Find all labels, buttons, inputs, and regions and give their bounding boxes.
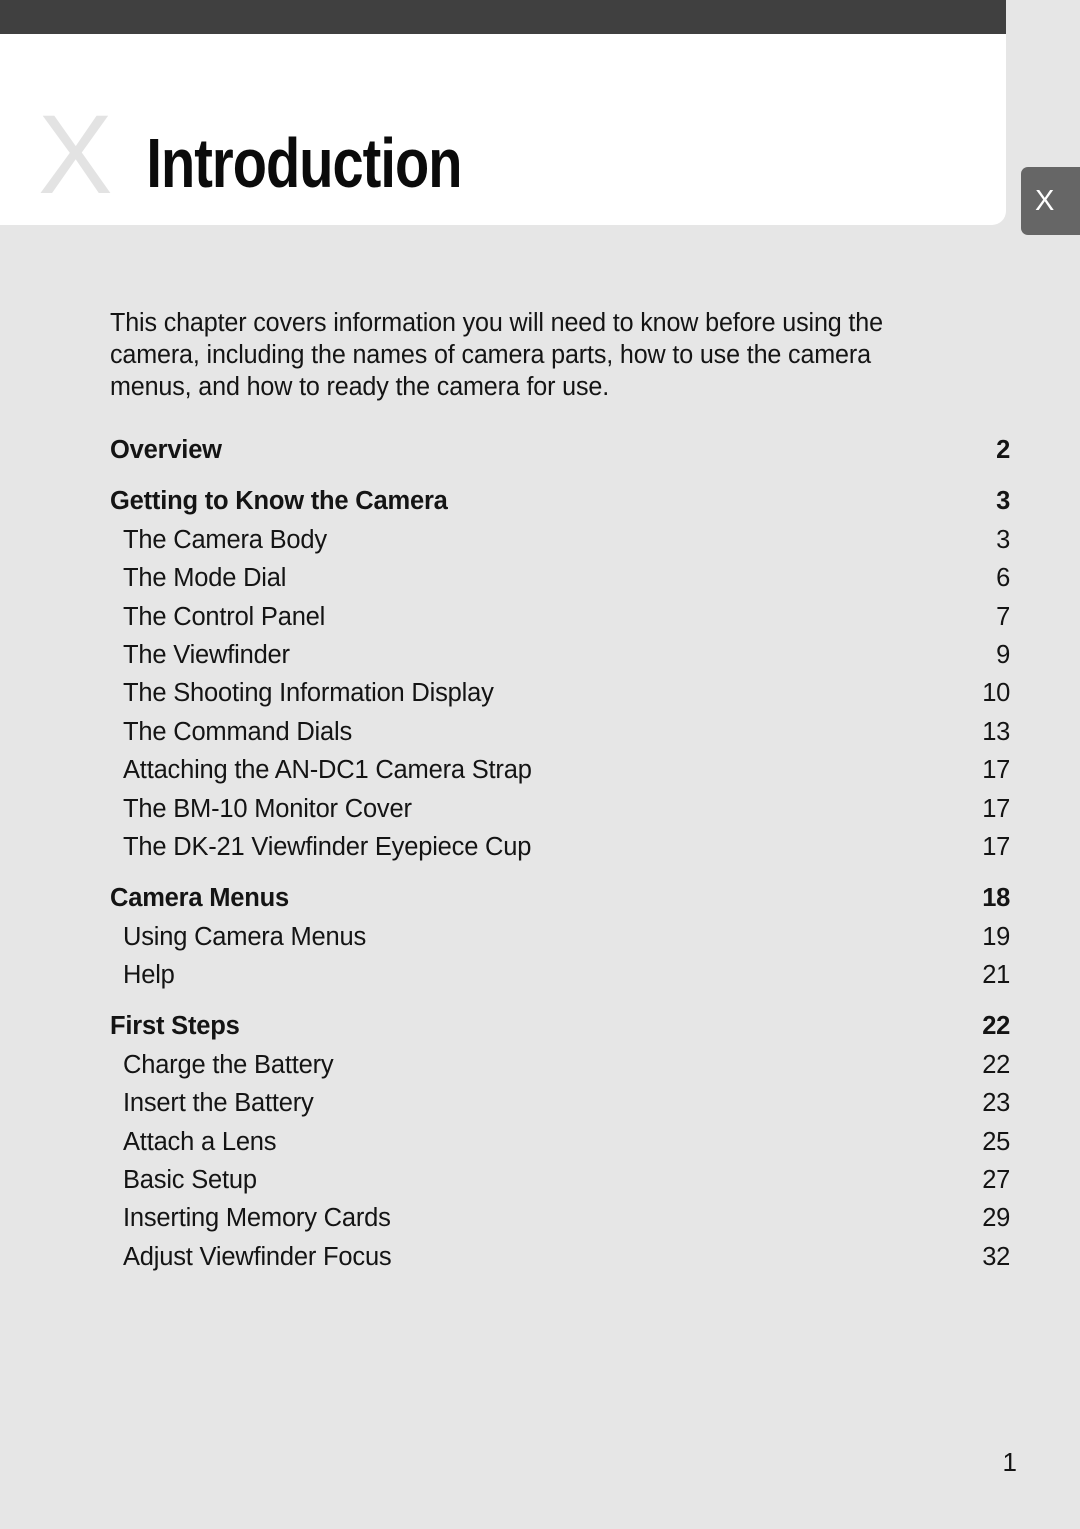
toc-entry[interactable]: The Control Panel 7: [110, 603, 1010, 641]
toc-entry-label: The Command Dials: [123, 717, 353, 746]
chapter-title-group: X Introduction: [38, 93, 501, 211]
toc-entry[interactable]: Charge the Battery 22: [110, 1051, 1010, 1089]
toc-dot-leader: [334, 1072, 935, 1073]
toc-entry[interactable]: The Viewfinder 9: [110, 641, 1010, 679]
toc-entry-page-number: 22: [982, 1050, 1010, 1079]
toc-dot-leader: [223, 457, 935, 458]
toc-entry-label: Help: [123, 961, 175, 990]
toc-entry-label: Attaching the AN-DC1 Camera Strap: [123, 756, 532, 785]
toc-dot-leader: [287, 585, 935, 586]
toc-entry[interactable]: Insert the Battery 23: [110, 1089, 1010, 1127]
toc-entry[interactable]: The Camera Body 3: [110, 526, 1010, 564]
toc-entry-page-number: 29: [982, 1204, 1010, 1233]
toc-entry-page-number: 10: [982, 679, 1010, 708]
toc-dot-leader: [241, 1033, 935, 1034]
manual-page: X Introduction X This chapter covers inf…: [0, 0, 1080, 1529]
toc-entry[interactable]: First Steps 22: [110, 1012, 1010, 1050]
toc-entry-label: The Mode Dial: [123, 564, 287, 593]
toc-dot-leader: [533, 777, 935, 778]
toc-dot-leader: [392, 1264, 935, 1265]
toc-entry-label: The Shooting Information Display: [123, 679, 494, 708]
chapter-tab-label: X: [1035, 184, 1055, 217]
toc-entry-page-number: 22: [982, 1012, 1010, 1041]
toc-entry[interactable]: Overview 2: [110, 436, 1010, 474]
toc-entry-page-number: 27: [982, 1166, 1010, 1195]
chapter-tab[interactable]: X: [1021, 167, 1080, 235]
toc-entry[interactable]: The Shooting Information Display 10: [110, 679, 1010, 717]
toc-entry-page-number: 25: [982, 1127, 1010, 1156]
toc-entry[interactable]: The Mode Dial 6: [110, 564, 1010, 602]
toc-entry-page-number: 17: [982, 832, 1010, 861]
toc-entry-label: Overview: [110, 436, 222, 464]
toc-entry-label: Attach a Lens: [123, 1127, 277, 1156]
toc-entry[interactable]: Camera Menus 18: [110, 884, 1010, 922]
toc-entry[interactable]: Attaching the AN-DC1 Camera Strap 17: [110, 756, 1010, 794]
toc-entry-label: The Camera Body: [123, 525, 327, 554]
intro-paragraph: This chapter covers information you will…: [110, 308, 883, 401]
toc-entry-page-number: 32: [982, 1242, 1010, 1271]
page-title: Introduction: [146, 124, 462, 202]
chapter-mark-icon: X: [38, 92, 113, 217]
chapter-title-block: X Introduction: [0, 34, 1006, 225]
toc-entry-label: Camera Menus: [110, 884, 290, 913]
toc-entry-page-number: 23: [982, 1089, 1010, 1118]
toc-entry[interactable]: Help 21: [110, 961, 1010, 999]
toc-entry[interactable]: Getting to Know the Camera 3: [110, 487, 1010, 525]
toc-entry[interactable]: Inserting Memory Cards 29: [110, 1204, 1010, 1242]
toc-dot-leader: [176, 982, 935, 983]
toc-entry-page-number: 9: [996, 640, 1010, 669]
toc-entry-page-number: 13: [982, 717, 1010, 746]
toc-dot-leader: [328, 547, 935, 548]
toc-entry-label: The BM-10 Monitor Cover: [123, 794, 412, 823]
page-number: 1: [1002, 1447, 1017, 1477]
toc-dot-leader: [495, 700, 935, 701]
toc-entry[interactable]: Adjust Viewfinder Focus 32: [110, 1243, 1010, 1281]
toc-entry[interactable]: Attach a Lens 25: [110, 1128, 1010, 1166]
toc-entry-page-number: 17: [982, 756, 1010, 785]
toc-entry-label: Charge the Battery: [123, 1050, 334, 1079]
toc-dot-leader: [532, 854, 935, 855]
toc-entry[interactable]: Using Camera Menus 19: [110, 923, 1010, 961]
toc-dot-leader: [315, 1110, 935, 1111]
toc-dot-leader: [258, 1187, 935, 1188]
toc-entry-label: Adjust Viewfinder Focus: [123, 1242, 392, 1271]
toc-entry-label: Inserting Memory Cards: [123, 1204, 391, 1233]
toc-entry-page-number: 19: [982, 922, 1010, 951]
toc-entry-label: The DK-21 Viewfinder Eyepiece Cup: [123, 832, 532, 861]
toc-entry-page-number: 21: [982, 961, 1010, 990]
toc-entry-label: First Steps: [110, 1012, 240, 1041]
toc-entry-label: Insert the Battery: [123, 1089, 314, 1118]
toc-dot-leader: [449, 508, 935, 509]
toc-entry-page-number: 6: [996, 564, 1010, 593]
toc-entry[interactable]: Basic Setup 27: [110, 1166, 1010, 1204]
toc-dot-leader: [277, 1149, 935, 1150]
toc-entry-page-number: 18: [982, 884, 1010, 913]
toc-entry-label: Basic Setup: [123, 1166, 257, 1195]
toc-dot-leader: [392, 1225, 935, 1226]
toc-dot-leader: [367, 944, 935, 945]
toc-entry[interactable]: The Command Dials 13: [110, 718, 1010, 756]
toc-entry[interactable]: The DK-21 Viewfinder Eyepiece Cup 17: [110, 833, 1010, 871]
toc-entry-label: Using Camera Menus: [123, 922, 366, 951]
table-of-contents: Overview 2 Getting to Know the Camera 3 The …: [110, 436, 1010, 1281]
toc-dot-leader: [413, 816, 935, 817]
toc-entry-label: Getting to Know the Camera: [110, 487, 448, 516]
toc-entry-page-number: 3: [996, 487, 1010, 516]
toc-entry-page-number: 7: [996, 602, 1010, 631]
top-dark-bar: [0, 0, 1006, 34]
toc-dot-leader: [291, 662, 935, 663]
toc-entry-page-number: 2: [996, 436, 1010, 464]
toc-dot-leader: [353, 739, 935, 740]
toc-entry-page-number: 3: [996, 525, 1010, 554]
toc-entry[interactable]: The BM-10 Monitor Cover 17: [110, 795, 1010, 833]
toc-dot-leader: [290, 905, 935, 906]
toc-entry-label: The Control Panel: [123, 602, 326, 631]
toc-entry-page-number: 17: [982, 794, 1010, 823]
toc-entry-label: The Viewfinder: [123, 640, 290, 669]
toc-dot-leader: [326, 624, 935, 625]
